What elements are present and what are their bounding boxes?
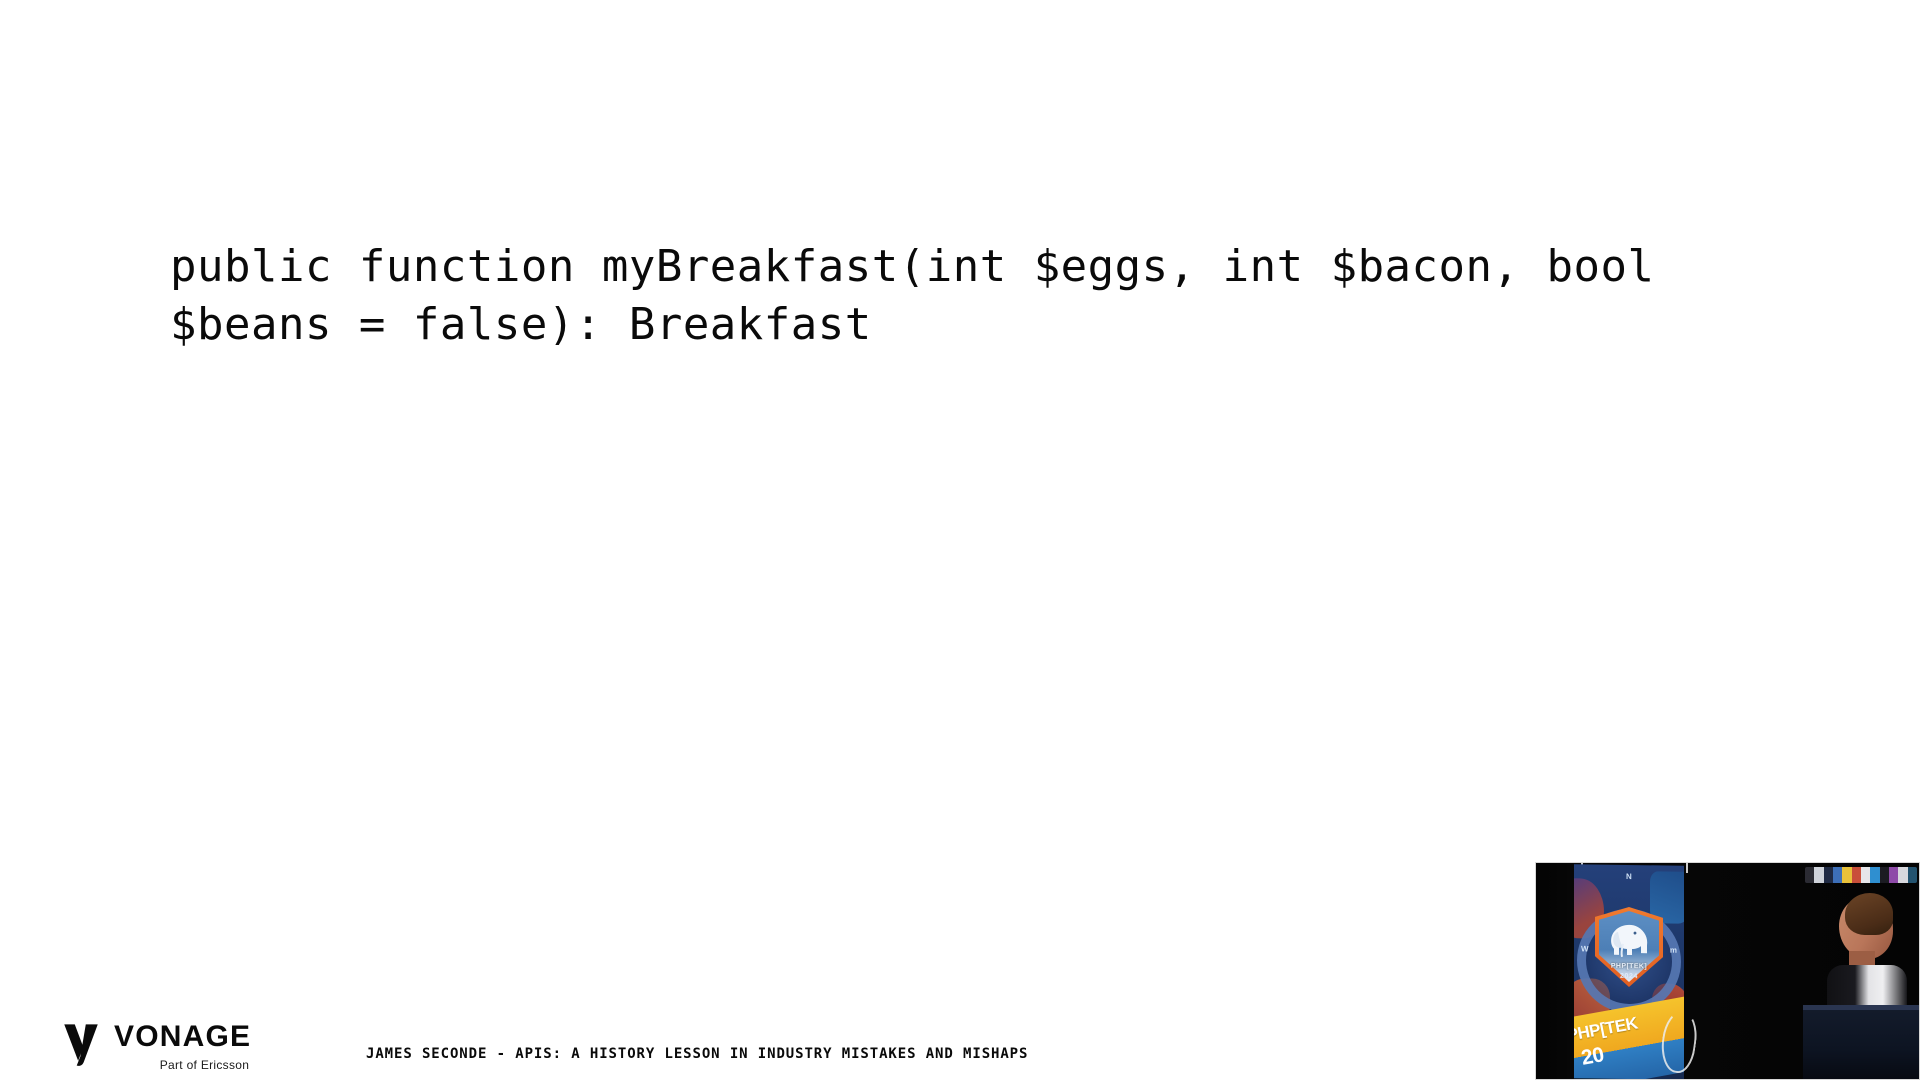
compass-west-label: W	[1581, 944, 1589, 954]
speaker-head	[1839, 893, 1893, 959]
code-line-1: public function myBreakfast(int $eggs, i…	[170, 241, 1655, 292]
laptop-sticker	[1888, 867, 1899, 883]
speaker-hair	[1845, 893, 1893, 935]
laptop-sticker	[1814, 867, 1824, 883]
banner-cable-right	[1686, 863, 1688, 873]
compass-north-label: N	[1626, 871, 1632, 882]
laptop-sticker	[1805, 867, 1815, 883]
lectern	[1803, 1005, 1919, 1079]
speaker-video-overlay[interactable]: N S W m PHP[TEK] 2024 PHP[TEK	[1535, 862, 1920, 1080]
laptop-sticker	[1879, 867, 1889, 883]
vonage-tagline: Part of Ericsson	[159, 1058, 250, 1072]
laptop-sticker	[1898, 867, 1908, 883]
laptop-sticker	[1860, 867, 1871, 883]
elephant-icon	[1605, 919, 1653, 962]
compass-east-label: m	[1669, 945, 1677, 955]
laptop-sticker	[1870, 867, 1880, 883]
laptop-sticker	[1851, 867, 1861, 883]
vonage-wordmark: VONAGE	[114, 1020, 252, 1053]
talk-title-footer: JAMES SECONDE - APIS: A HISTORY LESSON I…	[366, 1046, 1029, 1062]
code-snippet: public function myBreakfast(int $eggs, i…	[170, 238, 1655, 354]
code-line-2: $beans = false): Breakfast	[170, 299, 872, 350]
vonage-v-mark	[64, 1024, 98, 1066]
presentation-slide: public function myBreakfast(int $eggs, i…	[0, 0, 1920, 1080]
laptop-sticker	[1832, 867, 1843, 883]
band-event-text: PHP[TEK	[1574, 1013, 1640, 1045]
video-frame: N S W m PHP[TEK] 2024 PHP[TEK	[1536, 863, 1919, 1079]
laptop-sticker	[1842, 867, 1852, 883]
band-event-year: 20	[1579, 1043, 1606, 1070]
lectern-top-edge	[1803, 1005, 1919, 1010]
laptop-sticker	[1907, 867, 1917, 883]
vonage-logo-text: VONAGE Part of Ericsson	[114, 1021, 251, 1073]
laptop-sticker	[1823, 867, 1833, 883]
sticker-covered-laptop	[1805, 867, 1917, 883]
vonage-logo: VONAGE Part of Ericsson	[62, 1021, 251, 1073]
